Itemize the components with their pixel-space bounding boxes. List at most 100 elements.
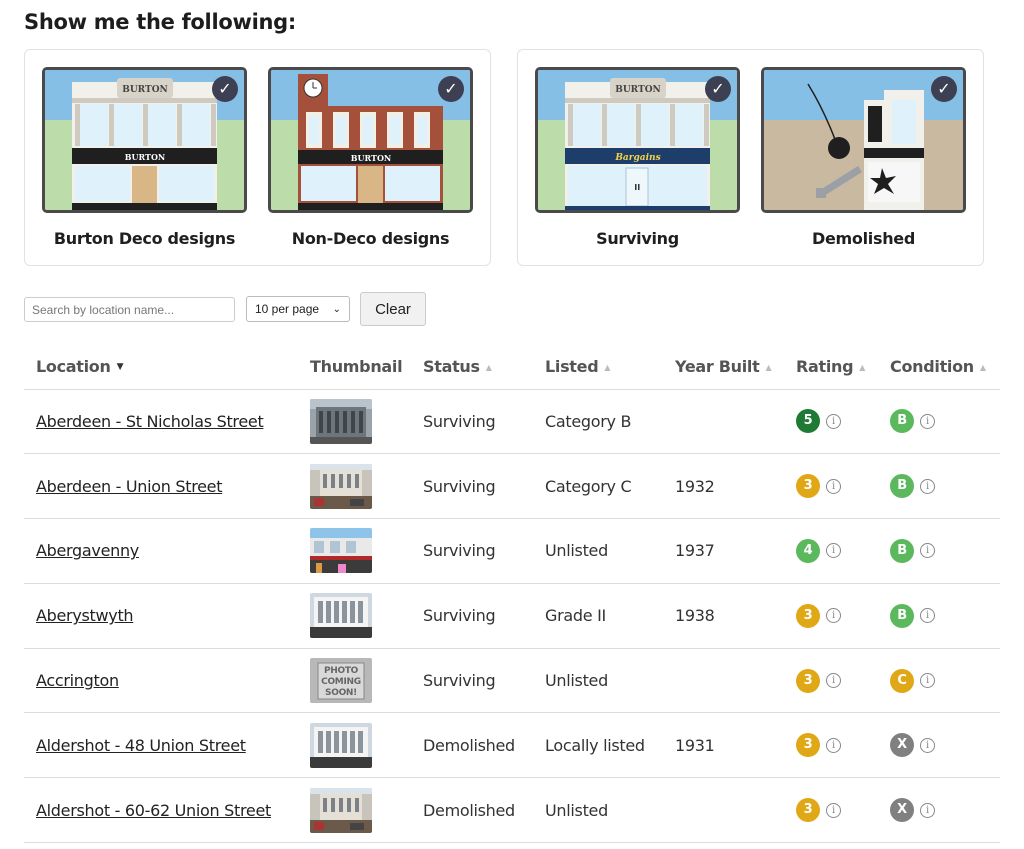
sort-arrow-icon: ▲: [765, 362, 772, 372]
location-link[interactable]: Accrington: [36, 671, 119, 690]
cell-rating: 3i: [784, 712, 878, 779]
cell-thumbnail: [298, 583, 411, 649]
location-link[interactable]: Aberdeen - St Nicholas Street: [36, 412, 264, 431]
info-icon[interactable]: i: [920, 413, 935, 429]
thumbnail-image[interactable]: [310, 593, 372, 639]
chevron-down-icon: ⌄: [332, 303, 341, 315]
table-row: Aberdeen - St Nicholas Street Surviving Ca…: [24, 389, 1000, 455]
cell-status: Surviving: [411, 389, 533, 455]
column-header-location[interactable]: Location ▼: [24, 344, 298, 390]
cell-listed: Grade II: [533, 583, 663, 649]
cell-rating: 5i: [784, 389, 878, 455]
non-deco-illustration: BURTON ✓: [268, 67, 473, 213]
location-link[interactable]: Aldershot - 60-62 Union Street: [36, 801, 271, 820]
cell-location: Aldershot - 48 Union Street: [24, 712, 298, 779]
info-icon[interactable]: i: [826, 543, 841, 559]
cell-rating: 4i: [784, 518, 878, 584]
column-header-status[interactable]: Status ▲: [411, 344, 533, 390]
cell-thumbnail: [298, 518, 411, 584]
info-icon[interactable]: i: [920, 478, 935, 494]
column-header-year[interactable]: Year Built ▲: [663, 344, 784, 390]
search-input[interactable]: [24, 297, 235, 322]
cell-listed: Unlisted: [533, 648, 663, 714]
info-icon[interactable]: i: [920, 543, 935, 559]
thumbnail-image[interactable]: [310, 787, 372, 833]
surviving-illustration: BURTON Bargains ✓: [535, 67, 740, 213]
locations-table: Location ▼ Thumbnail Status ▲ Listed ▲ Year…: [24, 344, 1000, 844]
cell-condition: Bi: [878, 453, 1000, 520]
location-link[interactable]: Aldershot - 48 Union Street: [36, 736, 246, 755]
info-icon[interactable]: i: [826, 478, 841, 494]
cell-location: Abergavenny: [24, 518, 298, 584]
cell-rating: 3i: [784, 583, 878, 649]
cell-thumbnail: [298, 453, 411, 520]
burton-deco-illustration: BURTON BURTON ✓: [42, 67, 247, 213]
svg-text:BURTON: BURTON: [125, 152, 165, 162]
location-link[interactable]: Aberystwyth: [36, 606, 134, 625]
cell-condition: Xi: [878, 777, 1000, 844]
cell-thumbnail: [298, 777, 411, 844]
cell-status: Demolished: [411, 712, 533, 779]
filter-label: Surviving: [596, 229, 679, 248]
info-icon[interactable]: i: [826, 802, 841, 818]
per-page-value: 10 per page: [255, 302, 320, 316]
sort-arrow-icon: ▲: [604, 362, 611, 372]
cell-condition: Xi: [878, 712, 1000, 779]
column-header-condition[interactable]: Condition ▲: [878, 344, 1000, 390]
cell-location: Aberystwyth: [24, 583, 298, 649]
location-link[interactable]: Aberdeen - Union Street: [36, 477, 223, 496]
cell-year: 1938: [663, 583, 784, 649]
cell-rating: 3i: [784, 453, 878, 520]
table-row: Aldershot - 48 Union Street Demolished Loc…: [24, 712, 1000, 779]
info-icon[interactable]: i: [826, 673, 841, 689]
sort-arrow-icon: ▲: [859, 362, 866, 372]
sort-arrow-icon: ▲: [485, 362, 492, 372]
svg-text:PHOTO: PHOTO: [324, 666, 359, 676]
table-row: Aberystwyth Surviving Grade II 1938 3 i Bi: [24, 583, 1000, 649]
condition-badge: B: [890, 409, 914, 434]
table-row: Abergavenny Surviving Unlisted 1937 4 i Bi: [24, 518, 1000, 584]
info-icon[interactable]: i: [826, 413, 841, 429]
thumbnail-image[interactable]: [310, 528, 372, 574]
filter-card-demolished[interactable]: ✓ Demolished: [761, 67, 966, 248]
cell-location: Aldershot - 60-62 Union Street: [24, 777, 298, 844]
cell-year: [663, 777, 784, 844]
thumbnail-image[interactable]: [310, 463, 372, 509]
info-icon[interactable]: i: [826, 737, 841, 753]
cell-year: 1931: [663, 712, 784, 779]
table-header-row: Location ▼ Thumbnail Status ▲ Listed ▲ Year…: [24, 344, 1000, 390]
condition-badge: C: [890, 668, 914, 693]
filter-card-non-deco[interactable]: BURTON ✓ Non-Deco designs: [268, 67, 473, 248]
condition-badge: B: [890, 603, 914, 628]
info-icon[interactable]: i: [826, 608, 841, 624]
thumbnail-image[interactable]: PHOTO COMING SOON!: [310, 658, 372, 704]
per-page-select[interactable]: 10 per page ⌄: [246, 296, 350, 322]
cell-status: Surviving: [411, 453, 533, 520]
cell-condition: Bi: [878, 389, 1000, 455]
svg-text:SOON!: SOON!: [325, 688, 357, 698]
cell-year: [663, 389, 784, 455]
column-header-rating[interactable]: Rating ▲: [784, 344, 878, 390]
rating-badge: 5: [796, 409, 820, 434]
info-icon[interactable]: i: [920, 673, 935, 689]
filter-card-burton-deco[interactable]: BURTON BURTON ✓ Burton Deco designs: [42, 67, 247, 248]
cell-thumbnail: [298, 389, 411, 455]
cell-year: 1932: [663, 453, 784, 520]
svg-text:BURTON: BURTON: [351, 153, 391, 163]
condition-badge: B: [890, 538, 914, 563]
cell-listed: Unlisted: [533, 777, 663, 844]
clear-button[interactable]: Clear: [360, 292, 426, 326]
svg-text:BURTON: BURTON: [122, 85, 168, 95]
location-link[interactable]: Abergavenny: [36, 541, 139, 560]
column-header-listed[interactable]: Listed ▲: [533, 344, 663, 390]
rating-badge: 3: [796, 603, 820, 628]
info-icon[interactable]: i: [920, 802, 935, 818]
svg-text:Bargains: Bargains: [614, 153, 660, 163]
thumbnail-image[interactable]: [310, 722, 372, 768]
info-icon[interactable]: i: [920, 608, 935, 624]
thumbnail-image[interactable]: [310, 398, 372, 444]
filter-card-surviving[interactable]: BURTON Bargains ✓ Surviving: [535, 67, 740, 248]
info-icon[interactable]: i: [920, 737, 935, 753]
cell-status: Surviving: [411, 518, 533, 584]
condition-badge: B: [890, 474, 914, 499]
